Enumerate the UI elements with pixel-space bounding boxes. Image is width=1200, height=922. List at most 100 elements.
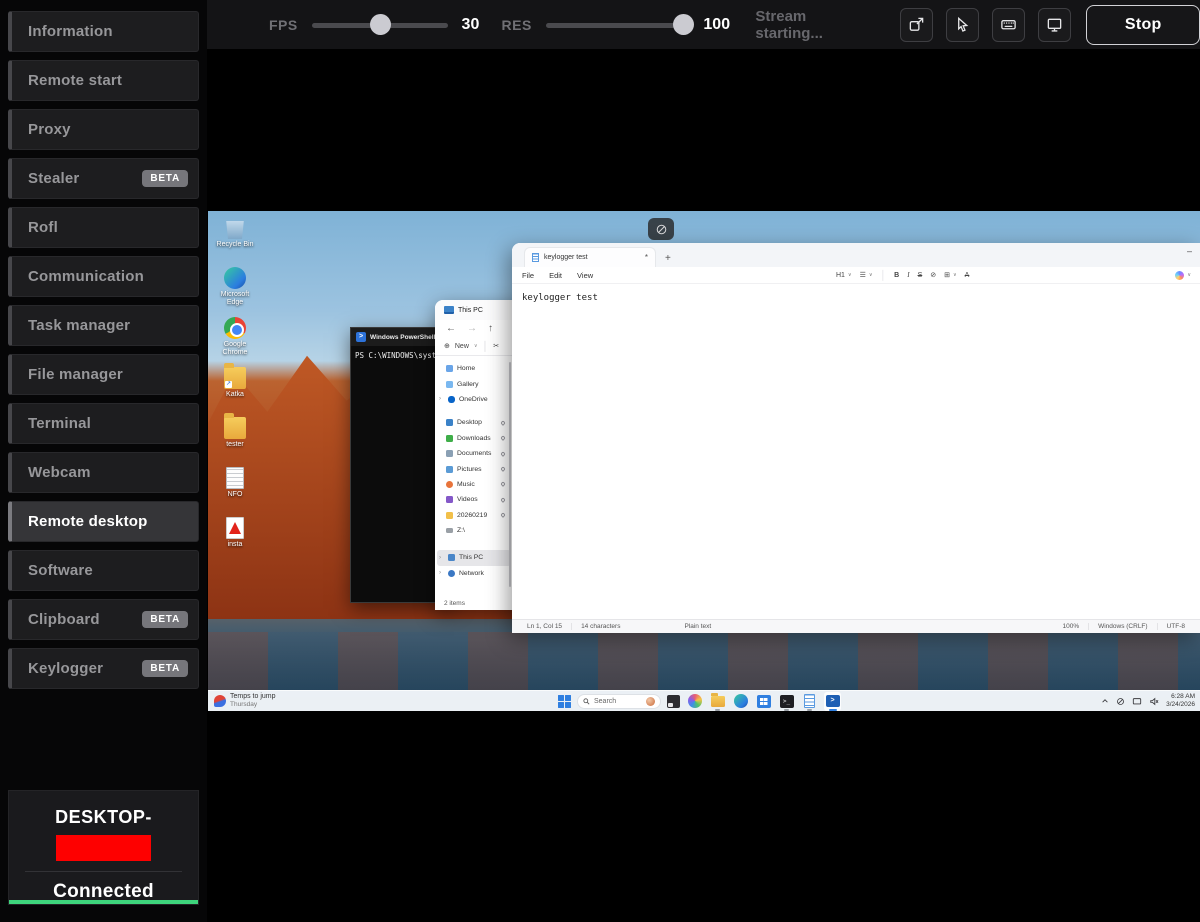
remote-keyboard-button[interactable] — [992, 8, 1025, 42]
desktop-icon-folder[interactable]: tester — [214, 417, 256, 461]
menu-file[interactable]: File — [522, 271, 534, 280]
desktop-icon-label: Recycle Bin — [217, 241, 254, 249]
notepad-tab[interactable]: keylogger test * — [524, 247, 656, 267]
stop-stream-button[interactable]: Stop — [1086, 5, 1200, 45]
strikethrough-button[interactable]: S — [918, 272, 923, 279]
fps-slider[interactable] — [312, 14, 448, 36]
table-button[interactable]: ⊞ — [944, 271, 950, 279]
pdf-file-icon — [226, 517, 244, 539]
desktop-icon-text-file[interactable]: NFO — [214, 467, 256, 511]
fps-slider-thumb[interactable] — [370, 14, 391, 35]
open-external-button[interactable] — [900, 8, 933, 42]
taskbar-weather-widget[interactable]: Temps to jump Thursday — [214, 693, 276, 709]
menu-view[interactable]: View — [577, 271, 593, 280]
heading-control[interactable]: H1 — [836, 272, 845, 279]
desktop-icon-folder-shortcut[interactable]: ↗ Katka — [214, 367, 256, 411]
menu-edit[interactable]: Edit — [549, 271, 562, 280]
nav-label: Documents — [457, 450, 491, 457]
res-slider-track — [546, 23, 690, 28]
taskbar-app-photos[interactable] — [686, 692, 703, 711]
sidebar-item-file-manager[interactable]: File manager — [8, 354, 199, 395]
explorer-nav-home[interactable]: Home — [435, 361, 509, 376]
forward-icon[interactable]: → — [467, 323, 477, 334]
explorer-nav-network[interactable]: ›Network — [435, 566, 509, 581]
explorer-nav-gallery[interactable]: Gallery — [435, 376, 509, 391]
up-icon[interactable]: ↑ — [488, 323, 493, 334]
taskbar-clock[interactable]: 6:28 AM 3/24/2026 — [1166, 693, 1195, 709]
link-button[interactable]: ⊘ — [930, 271, 936, 279]
desktop-icon-edge[interactable]: Microsoft Edge — [214, 267, 256, 311]
app-window: Information Remote start Proxy StealerBE… — [0, 0, 1200, 922]
folder-shortcut-icon: ↗ — [224, 367, 246, 389]
explorer-nav-downloads[interactable]: Downloads — [435, 431, 509, 446]
back-icon[interactable]: ← — [446, 323, 456, 334]
sidebar-item-keylogger[interactable]: KeyloggerBETA — [8, 648, 199, 689]
nav-label: Music — [457, 481, 475, 488]
taskbar-app-powershell[interactable]: > — [824, 692, 841, 711]
explorer-nav-onedrive[interactable]: ›OneDrive — [435, 392, 509, 407]
res-slider-thumb[interactable] — [673, 14, 694, 35]
videos-icon — [446, 496, 453, 503]
bold-button[interactable]: B — [894, 272, 899, 279]
cut-icon[interactable]: ✂ — [493, 342, 499, 350]
taskbar-search[interactable]: Search — [577, 694, 661, 709]
explorer-nav-desktop[interactable]: Desktop — [435, 415, 509, 430]
display-icon[interactable] — [1132, 697, 1142, 706]
sidebar-item-terminal[interactable]: Terminal — [8, 403, 199, 444]
sidebar-item-label: Rofl — [28, 219, 58, 236]
taskbar-app-terminal[interactable]: >_ — [778, 692, 795, 711]
copilot-icon[interactable] — [1175, 271, 1184, 280]
network-offline-icon[interactable] — [1116, 697, 1125, 706]
start-button[interactable] — [558, 695, 571, 708]
explorer-nav-pictures[interactable]: Pictures — [435, 461, 509, 476]
taskbar-app-store[interactable] — [755, 692, 772, 711]
notepad-menubar: File Edit View H1∨ ☰∨ │ B I S ⊘ ⊞∨ A ∨ — [512, 267, 1200, 284]
taskbar-app-explorer[interactable] — [709, 692, 726, 711]
list-control[interactable]: ☰ — [860, 271, 866, 279]
sidebar-item-remote-start[interactable]: Remote start — [8, 60, 199, 101]
res-value: 100 — [703, 16, 735, 34]
minimize-button[interactable]: – — [1187, 246, 1192, 256]
res-slider[interactable] — [546, 14, 690, 36]
nav-label: Pictures — [457, 466, 482, 473]
new-item-icon[interactable]: ⊕ — [444, 342, 450, 350]
notepad-text-area[interactable]: keylogger test — [512, 284, 1200, 619]
sidebar-item-rofl[interactable]: Rofl — [8, 207, 199, 248]
sidebar-item-communication[interactable]: Communication — [8, 256, 199, 297]
clear-format-button[interactable]: A — [965, 272, 970, 279]
notepad-window[interactable]: keylogger test * + – File Edit View H1∨ … — [512, 243, 1200, 633]
explorer-nav-z-drive[interactable]: Z:\ — [435, 523, 509, 538]
explorer-nav-music[interactable]: Music — [435, 477, 509, 492]
new-button[interactable]: New — [455, 343, 469, 350]
remote-desktop-stream[interactable]: Recycle Bin Microsoft Edge Google Chrome… — [208, 211, 1200, 711]
volume-muted-icon[interactable] — [1149, 697, 1159, 706]
hidden-icons-chevron[interactable] — [1101, 697, 1109, 705]
chevron-right-icon: › — [439, 396, 444, 402]
explorer-scrollbar[interactable] — [509, 362, 511, 587]
weather-subtext: Thursday — [230, 701, 276, 708]
sidebar-item-task-manager[interactable]: Task manager — [8, 305, 199, 346]
explorer-nav-folder-20260219[interactable]: 20260219 — [435, 508, 509, 523]
sidebar-item-remote-desktop[interactable]: Remote desktop — [8, 501, 199, 542]
task-view-icon[interactable] — [667, 695, 680, 708]
desktop-icon-recycle-bin[interactable]: Recycle Bin — [214, 217, 256, 261]
sidebar-item-information[interactable]: Information — [8, 11, 199, 52]
italic-button[interactable]: I — [907, 271, 909, 279]
sidebar-item-software[interactable]: Software — [8, 550, 199, 591]
taskbar-app-edge[interactable] — [732, 692, 749, 711]
sidebar-item-proxy[interactable]: Proxy — [8, 109, 199, 150]
explorer-nav-this-pc[interactable]: ›This PC — [437, 550, 511, 565]
sidebar-item-stealer[interactable]: StealerBETA — [8, 158, 199, 199]
new-tab-button[interactable]: + — [665, 253, 671, 264]
sidebar-item-webcam[interactable]: Webcam — [8, 452, 199, 493]
desktop-icon-chrome[interactable]: Google Chrome — [214, 317, 256, 361]
chevron-down-icon: ∨ — [869, 272, 873, 278]
explorer-nav-documents[interactable]: Documents — [435, 446, 509, 461]
remote-cursor-button[interactable] — [946, 8, 979, 42]
desktop-icon-pdf[interactable]: insta — [214, 517, 256, 561]
remote-display-button[interactable] — [1038, 8, 1071, 42]
sidebar-item-clipboard[interactable]: ClipboardBETA — [8, 599, 199, 640]
zoom-level[interactable]: 100% — [1053, 623, 1089, 630]
taskbar-app-notepad[interactable] — [801, 692, 818, 711]
explorer-nav-videos[interactable]: Videos — [435, 492, 509, 507]
